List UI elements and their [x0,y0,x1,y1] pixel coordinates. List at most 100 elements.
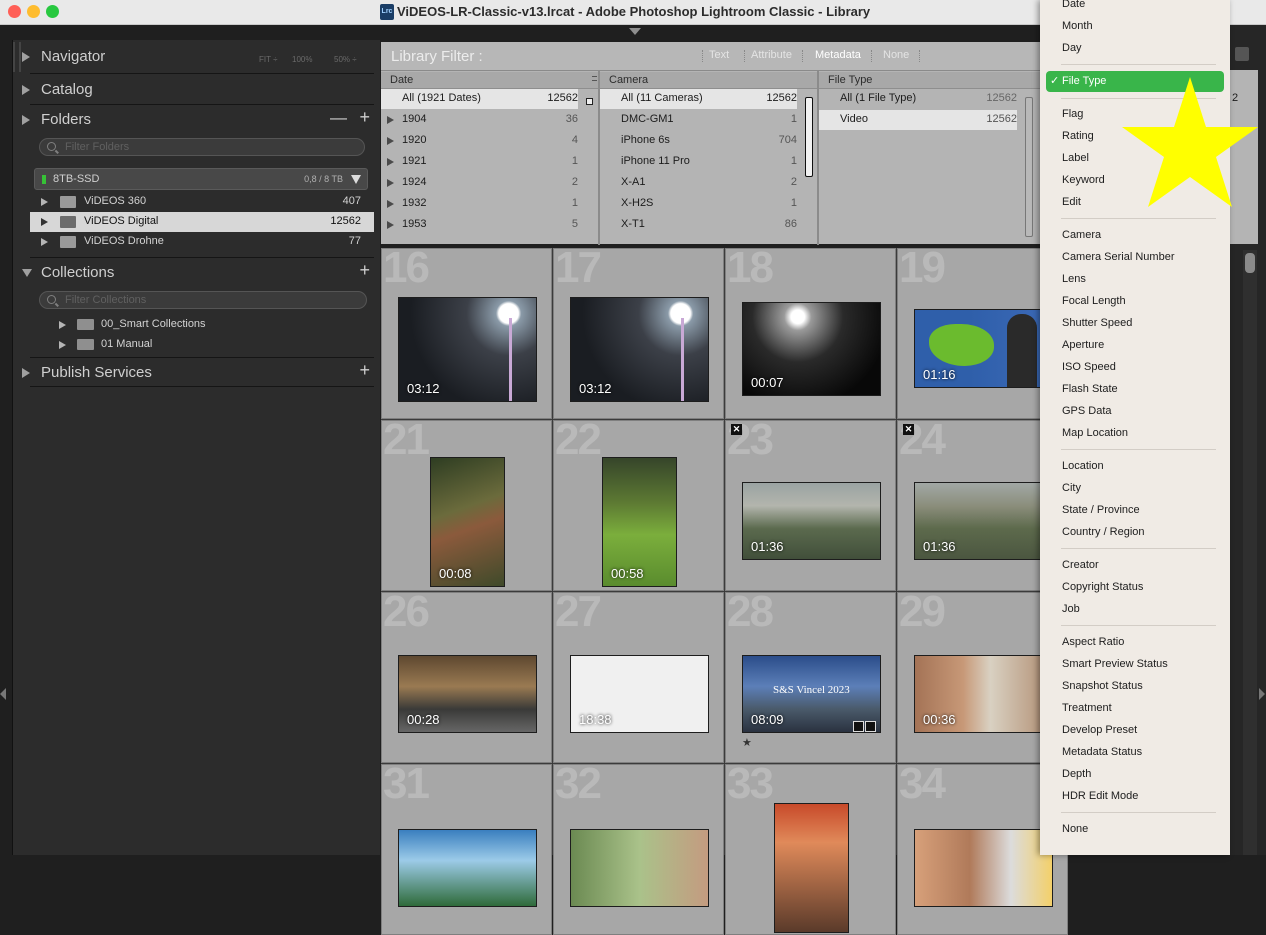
video-thumbnail[interactable]: 18:38 [570,655,709,733]
close-window-button[interactable] [8,5,21,18]
remove-folder-icon[interactable]: — [330,108,347,128]
camera-row[interactable]: X-A1 2 [600,173,797,193]
menu-item-aspect-ratio[interactable]: Aspect Ratio [1062,636,1124,656]
file-type-scrollbar[interactable] [1025,97,1033,237]
reject-flag-icon[interactable]: ✕ [731,424,742,435]
expand-triangle-icon[interactable] [387,116,394,124]
grid-cell[interactable]: 28 S&S Vincel 2023 08:09 ★ [725,592,896,763]
video-thumbnail[interactable]: 00:28 [398,655,537,733]
video-thumbnail[interactable]: 01:16 [914,309,1053,388]
zoom-window-button[interactable] [46,5,59,18]
date-row[interactable]: 1932 1 [381,194,578,214]
lock-filter-icon[interactable] [1235,47,1249,61]
grid-cell[interactable]: 16 03:12 [381,248,552,419]
column-menu-icon[interactable] [592,76,597,81]
menu-item-shutter-speed[interactable]: Shutter Speed [1062,317,1132,337]
menu-item-keyword[interactable]: Keyword [1062,174,1105,194]
menu-item-state-province[interactable]: State / Province [1062,504,1140,524]
grid-cell[interactable]: 31 [381,764,552,935]
folder-item-videos-360[interactable]: ViDEOS 360 407 [30,192,374,212]
video-thumbnail[interactable]: S&S Vincel 2023 08:09 [742,655,881,733]
collections-panel-header[interactable]: Collections + [20,260,375,288]
rating-star-icon[interactable]: ★ [742,736,752,749]
grid-cell[interactable]: 22 00:58 [553,420,724,591]
folder-item-videos-digital[interactable]: ViDEOS Digital 12562 [30,212,374,232]
tab-none[interactable]: None [883,49,909,61]
video-thumbnail[interactable] [914,829,1053,907]
camera-row[interactable]: X-T1 86 [600,215,797,235]
menu-item-map-location[interactable]: Map Location [1062,427,1128,447]
grid-cell[interactable]: 27 18:38 [553,592,724,763]
grid-cell[interactable]: 33 [725,764,896,935]
grid-cell[interactable]: 26 00:28 [381,592,552,763]
right-panel-toggle-icon[interactable] [1259,688,1265,700]
video-thumbnail[interactable]: 00:58 [602,457,677,587]
grid-scrollbar[interactable] [1243,250,1257,855]
grid-cell[interactable]: 32 [553,764,724,935]
date-row[interactable]: 1921 1 [381,152,578,172]
menu-item-depth[interactable]: Depth [1062,768,1091,788]
expand-triangle-icon[interactable] [387,179,394,187]
expand-triangle-icon[interactable] [387,221,394,229]
menu-item-label[interactable]: Label [1062,152,1089,172]
menu-item-rating[interactable]: Rating [1062,130,1094,150]
expand-triangle-icon[interactable] [41,218,48,226]
menu-item-iso-speed[interactable]: ISO Speed [1062,361,1116,381]
expand-triangle-icon[interactable] [59,341,66,349]
expand-triangle-icon[interactable] [41,238,48,246]
menu-item-edit[interactable]: Edit [1062,196,1081,216]
video-thumbnail[interactable]: 03:12 [398,297,537,402]
add-folder-icon[interactable]: + [359,107,370,128]
reject-flag-icon[interactable]: ✕ [903,424,914,435]
menu-item-metadata-status[interactable]: Metadata Status [1062,746,1142,766]
zoom-100-option[interactable]: 100% [292,55,312,64]
camera-row[interactable]: DMC-GM1 1 [600,110,797,130]
menu-item-creator[interactable]: Creator [1062,559,1099,579]
video-thumbnail[interactable]: 00:36 [914,655,1053,733]
tab-attribute[interactable]: Attribute [751,49,792,61]
camera-row[interactable]: X-H2S 1 [600,194,797,214]
grid-cell[interactable]: 23 ✕ 01:36 [725,420,896,591]
camera-row-all[interactable]: All (11 Cameras) 12562 [600,89,797,109]
zoom-50-option[interactable]: 50% ÷ [334,55,357,64]
menu-item-snapshot-status[interactable]: Snapshot Status [1062,680,1143,700]
expand-triangle-icon[interactable] [387,158,394,166]
expand-triangle-icon[interactable] [387,137,394,145]
camera-scrollbar[interactable] [805,97,813,177]
grid-cell[interactable]: 17 03:12 [553,248,724,419]
menu-item-date[interactable]: Date [1062,0,1085,18]
metadata-badge-icon[interactable] [853,721,864,732]
video-thumbnail[interactable] [398,829,537,907]
menu-item-gps-data[interactable]: GPS Data [1062,405,1112,425]
zoom-fit-option[interactable]: FIT ÷ [259,55,277,64]
scrollbar-thumb[interactable] [1245,253,1255,273]
tab-text[interactable]: Text [709,49,729,61]
video-thumbnail[interactable]: 01:36 [742,482,881,560]
file-type-column-header[interactable]: File Type [819,72,1040,89]
collection-set-smart[interactable]: 00_Smart Collections [30,315,374,335]
file-type-row-video[interactable]: Video 12562 [819,110,1017,130]
date-row[interactable]: 1904 36 [381,110,578,130]
menu-item-location[interactable]: Location [1062,460,1104,480]
camera-row[interactable]: iPhone 11 Pro 1 [600,152,797,172]
file-type-row-all[interactable]: All (1 File Type) 12562 [819,89,1017,109]
expand-triangle-icon[interactable] [59,321,66,329]
date-row-all[interactable]: All (1921 Dates) 12562 [381,89,578,109]
publish-services-panel-header[interactable]: Publish Services + [20,360,375,388]
menu-item-flag[interactable]: Flag [1062,108,1083,128]
menu-item-lens[interactable]: Lens [1062,273,1086,293]
menu-item-flash-state[interactable]: Flash State [1062,383,1118,403]
drive-8tb-ssd[interactable]: 8TB-SSD 0,8 / 8 TB [34,168,368,190]
menu-item-develop-preset[interactable]: Develop Preset [1062,724,1137,744]
filter-folders-input[interactable]: Filter Folders [39,138,365,156]
menu-item-job[interactable]: Job [1062,603,1080,623]
menu-item-camera-serial-number[interactable]: Camera Serial Number [1062,251,1174,271]
develop-badge-icon[interactable] [865,721,876,732]
collection-set-manual[interactable]: 01 Manual [30,335,374,355]
tab-metadata[interactable]: Metadata [815,49,861,61]
video-thumbnail[interactable]: 00:08 [430,457,505,587]
menu-item-day[interactable]: Day [1062,42,1082,62]
folder-item-videos-drohne[interactable]: ViDEOS Drohne 77 [30,232,374,252]
chevron-down-icon[interactable] [351,175,361,184]
video-thumbnail[interactable]: 00:07 [742,302,881,396]
